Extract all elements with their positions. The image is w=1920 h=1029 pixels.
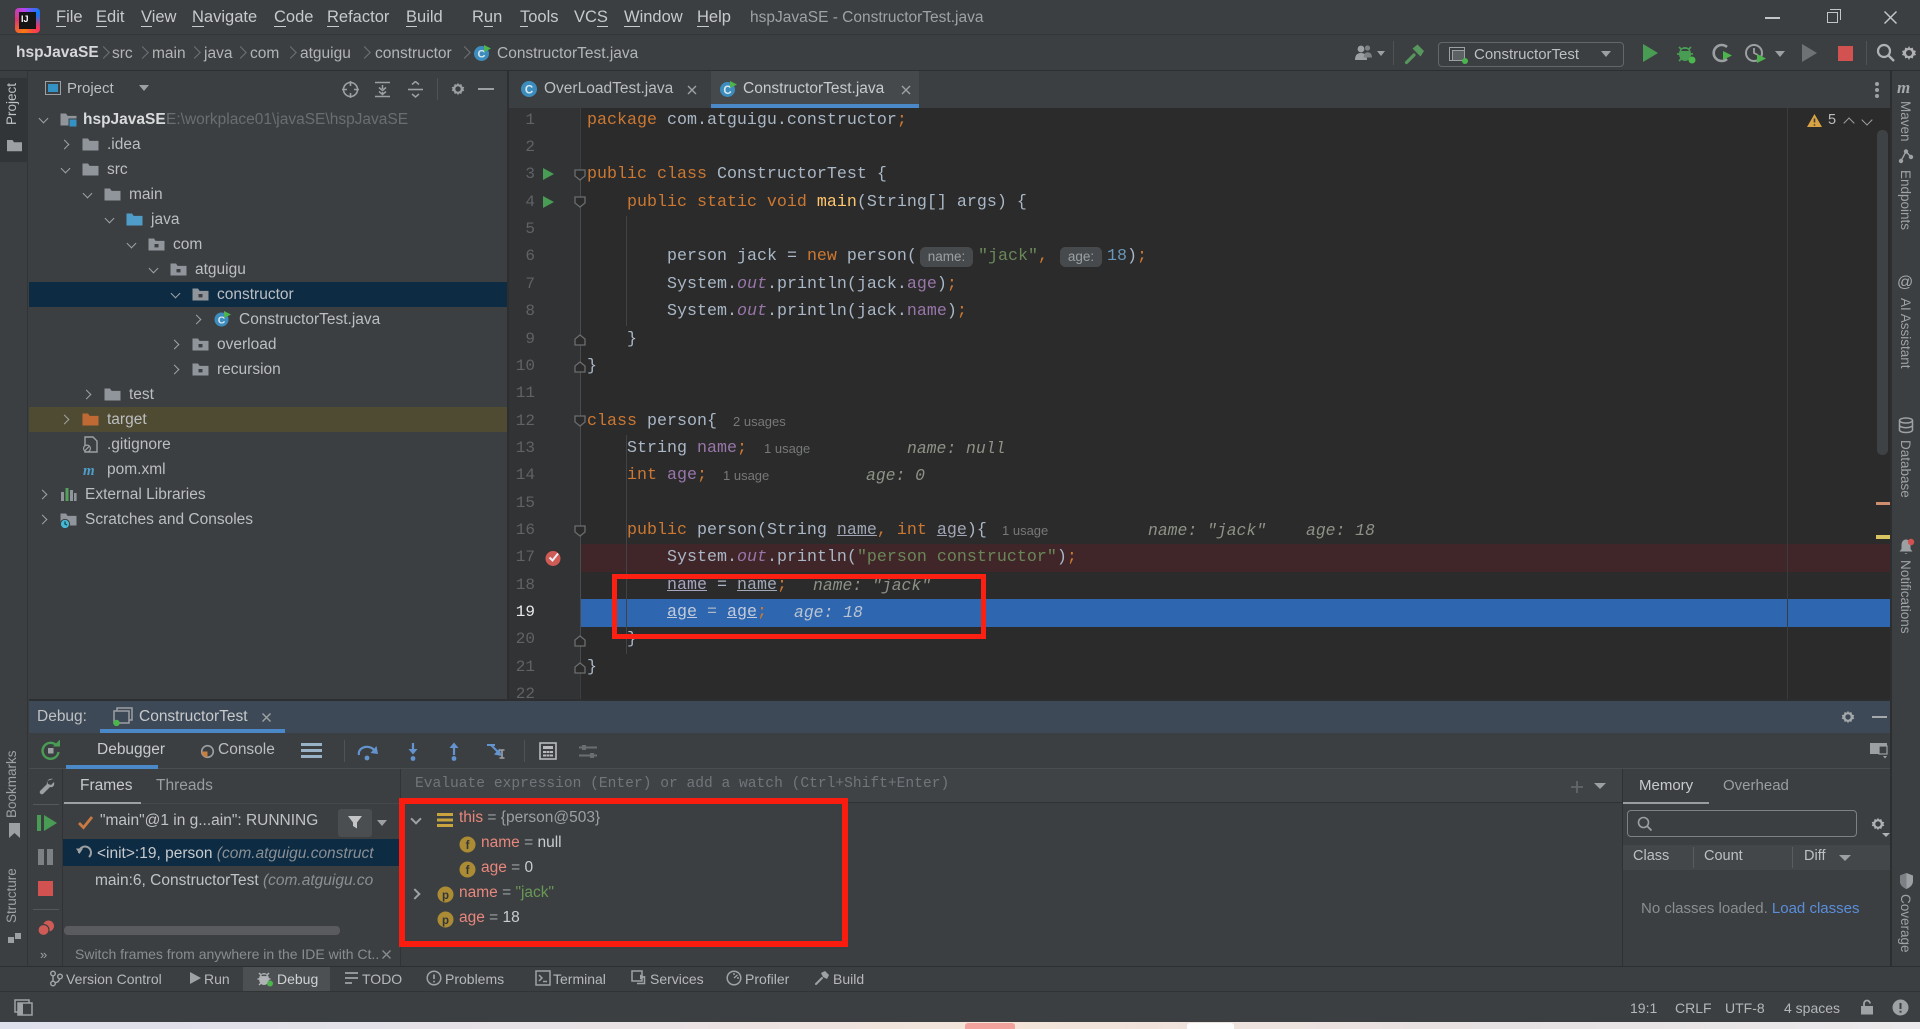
- svg-text:m: m: [83, 463, 95, 478]
- svg-text:C: C: [525, 85, 533, 97]
